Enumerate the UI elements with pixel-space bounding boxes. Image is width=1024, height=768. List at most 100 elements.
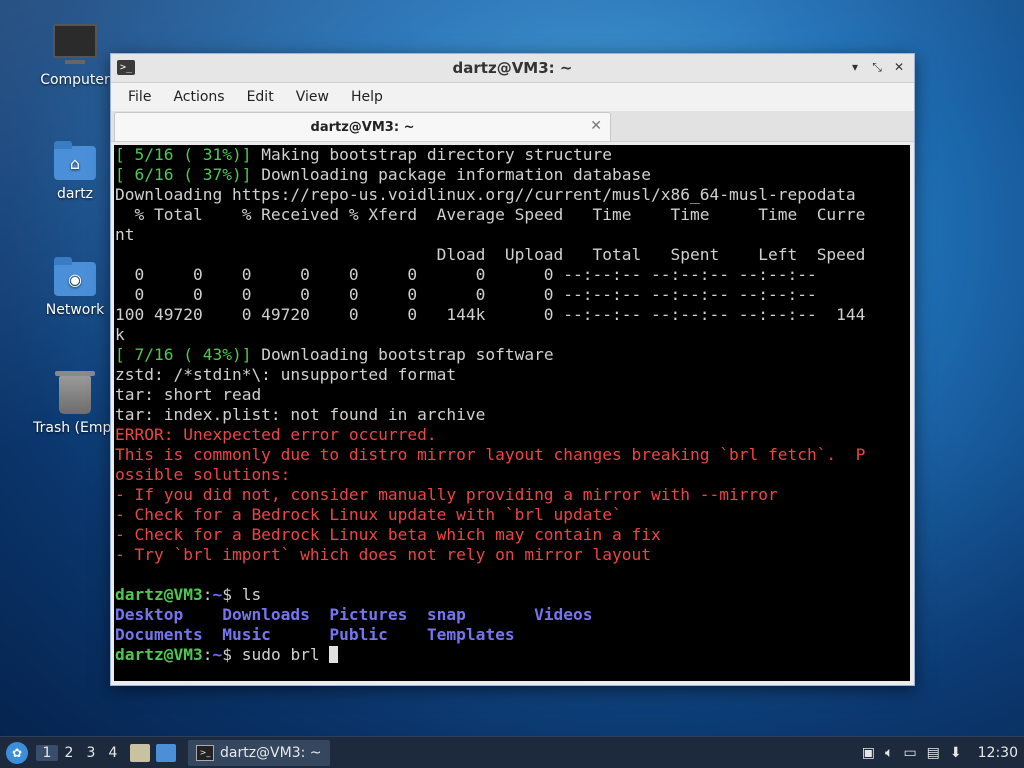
terminal-text: - Check for a Bedrock Linux update with … bbox=[115, 505, 622, 524]
terminal-line: dartz@VM3:~$ ls bbox=[114, 585, 910, 605]
terminal-text: [ 5/16 ( 31%)] bbox=[115, 145, 252, 164]
terminal-text: $ ls bbox=[222, 585, 262, 604]
terminal-text: tar: short read bbox=[115, 385, 262, 404]
clipboard-icon[interactable]: ▣ bbox=[862, 745, 875, 761]
terminal-text: 0 0 0 0 0 0 0 0 --:--:-- --:--:-- --:--:… bbox=[115, 285, 817, 304]
workspace-4[interactable]: 4 bbox=[102, 745, 124, 761]
terminal-text: nt bbox=[115, 225, 135, 244]
terminal-line: dartz@VM3:~$ sudo brl bbox=[114, 645, 910, 665]
computer-icon bbox=[53, 24, 97, 64]
menu-actions[interactable]: Actions bbox=[162, 89, 235, 105]
show-desktop-icon[interactable] bbox=[156, 744, 176, 762]
terminal-text: [ 7/16 ( 43%)] bbox=[115, 345, 252, 364]
window-title: dartz@VM3: ~ bbox=[452, 59, 573, 77]
menu-file[interactable]: File bbox=[117, 89, 162, 105]
terminal-output[interactable]: [ 5/16 ( 31%)] Making bootstrap director… bbox=[114, 145, 910, 681]
terminal-text: : bbox=[202, 585, 213, 604]
terminal-line: Desktop Downloads Pictures snap Videos bbox=[114, 605, 910, 625]
tab-terminal[interactable]: dartz@VM3: ~ ✕ bbox=[114, 112, 611, 141]
tab-label: dartz@VM3: ~ bbox=[310, 119, 415, 135]
menubar: File Actions Edit View Help bbox=[111, 83, 914, 111]
taskbar-task-label: dartz@VM3: ~ bbox=[220, 745, 322, 761]
terminal-line: [ 5/16 ( 31%)] Making bootstrap director… bbox=[114, 145, 910, 165]
terminal-line: - If you did not, consider manually prov… bbox=[114, 485, 910, 505]
terminal-text: ERROR: Unexpected error occurred. bbox=[115, 425, 437, 444]
taskbar: ✿ 1 2 3 4 >_ dartz@VM3: ~ ▣ 🔈︎ ▭ ▤ ⬇︎ 12… bbox=[0, 736, 1024, 768]
trash-icon bbox=[55, 371, 95, 414]
start-menu-icon[interactable]: ✿ bbox=[6, 742, 28, 764]
clock[interactable]: 12:30 bbox=[978, 745, 1018, 761]
terminal-line: [ 7/16 ( 43%)] Downloading bootstrap sof… bbox=[114, 345, 910, 365]
maximize-icon[interactable]: ⤡ bbox=[868, 58, 886, 76]
terminal-line: % Total % Received % Xferd Average Speed… bbox=[114, 205, 910, 225]
terminal-text: Downloading package information database bbox=[251, 165, 652, 184]
terminal-text: Downloading https://repo-us.voidlinux.or… bbox=[115, 185, 856, 204]
terminal-text: dartz@VM3 bbox=[115, 645, 203, 664]
terminal-line: zstd: /*stdin*\: unsupported format bbox=[114, 365, 910, 385]
terminal-text: zstd: /*stdin*\: unsupported format bbox=[115, 365, 457, 384]
terminal-window[interactable]: >_ dartz@VM3: ~ ▾ ⤡ ✕ File Actions Edit … bbox=[110, 53, 915, 686]
terminal-line: k bbox=[114, 325, 910, 345]
terminal-line: ossible solutions: bbox=[114, 465, 910, 485]
terminal-line: Documents Music Public Templates bbox=[114, 625, 910, 645]
terminal-text: : bbox=[202, 645, 213, 664]
terminal-line: 100 49720 0 49720 0 0 144k 0 --:--:-- --… bbox=[114, 305, 910, 325]
network-status-icon[interactable]: ▭ bbox=[903, 745, 916, 761]
volume-icon[interactable]: 🔈︎ bbox=[885, 745, 893, 761]
terminal-text: 100 49720 0 49720 0 0 144k 0 --:--:-- --… bbox=[115, 305, 866, 324]
terminal-line: nt bbox=[114, 225, 910, 245]
window-titlebar[interactable]: >_ dartz@VM3: ~ ▾ ⤡ ✕ bbox=[111, 54, 914, 83]
terminal-text: tar: index.plist: not found in archive bbox=[115, 405, 486, 424]
system-tray: ▣ 🔈︎ ▭ ▤ ⬇︎ 12:30 bbox=[862, 745, 1018, 761]
terminal-line: [ 6/16 ( 37%)] Downloading package infor… bbox=[114, 165, 910, 185]
terminal-text: - Try `brl import` which does not rely o… bbox=[115, 545, 652, 564]
tab-close-icon[interactable]: ✕ bbox=[590, 118, 602, 134]
terminal-text: [ 6/16 ( 37%)] bbox=[115, 165, 252, 184]
network-folder-icon: ◉ bbox=[54, 257, 96, 296]
terminal-app-icon[interactable]: >_ bbox=[117, 60, 135, 75]
terminal-text: - Check for a Bedrock Linux beta which m… bbox=[115, 525, 661, 544]
terminal-text: Dload Upload Total Spent Left Speed bbox=[115, 245, 866, 264]
terminal-line: This is commonly due to distro mirror la… bbox=[114, 445, 910, 465]
close-icon[interactable]: ✕ bbox=[890, 58, 908, 76]
terminal-text: Documents Music Public Templates bbox=[115, 625, 515, 644]
workspace-3[interactable]: 3 bbox=[80, 745, 102, 761]
terminal-text: - If you did not, consider manually prov… bbox=[115, 485, 778, 504]
home-folder-icon: ⌂ bbox=[54, 141, 96, 180]
terminal-text: 0 0 0 0 0 0 0 0 --:--:-- --:--:-- --:--:… bbox=[115, 265, 817, 284]
terminal-text: Downloading bootstrap software bbox=[251, 345, 554, 364]
terminal-line: 0 0 0 0 0 0 0 0 --:--:-- --:--:-- --:--:… bbox=[114, 285, 910, 305]
workspace-1[interactable]: 1 bbox=[36, 745, 58, 761]
menu-help[interactable]: Help bbox=[340, 89, 394, 105]
terminal-line: Downloading https://repo-us.voidlinux.or… bbox=[114, 185, 910, 205]
terminal-cursor bbox=[329, 646, 339, 663]
menu-view[interactable]: View bbox=[285, 89, 340, 105]
terminal-text: ~ bbox=[212, 645, 223, 664]
update-notifier-icon[interactable]: ⬇︎ bbox=[950, 745, 962, 761]
terminal-line: 0 0 0 0 0 0 0 0 --:--:-- --:--:-- --:--:… bbox=[114, 265, 910, 285]
notes-icon[interactable]: ▤ bbox=[927, 745, 940, 761]
terminal-line: - Try `brl import` which does not rely o… bbox=[114, 545, 910, 565]
taskbar-task-terminal[interactable]: >_ dartz@VM3: ~ bbox=[188, 740, 330, 766]
tab-bar: dartz@VM3: ~ ✕ bbox=[111, 111, 914, 142]
terminal-task-icon: >_ bbox=[196, 745, 214, 761]
terminal-line: - Check for a Bedrock Linux update with … bbox=[114, 505, 910, 525]
terminal-text: Making bootstrap directory structure bbox=[251, 145, 613, 164]
terminal-line: Dload Upload Total Spent Left Speed bbox=[114, 245, 910, 265]
file-manager-icon[interactable] bbox=[130, 744, 150, 762]
terminal-line: tar: short read bbox=[114, 385, 910, 405]
terminal-text: This is commonly due to distro mirror la… bbox=[115, 445, 866, 464]
terminal-text: ~ bbox=[212, 585, 223, 604]
minimize-icon[interactable]: ▾ bbox=[846, 58, 864, 76]
terminal-text: $ sudo brl bbox=[222, 645, 330, 664]
terminal-text: dartz@VM3 bbox=[115, 585, 203, 604]
terminal-line: - Check for a Bedrock Linux beta which m… bbox=[114, 525, 910, 545]
terminal-text: Desktop Downloads Pictures snap Videos bbox=[115, 605, 593, 624]
workspace-2[interactable]: 2 bbox=[58, 745, 80, 761]
menu-edit[interactable]: Edit bbox=[236, 89, 285, 105]
terminal-line: ERROR: Unexpected error occurred. bbox=[114, 425, 910, 445]
terminal-text: % Total % Received % Xferd Average Speed… bbox=[115, 205, 866, 224]
terminal-line: tar: index.plist: not found in archive bbox=[114, 405, 910, 425]
terminal-text: k bbox=[115, 325, 125, 344]
